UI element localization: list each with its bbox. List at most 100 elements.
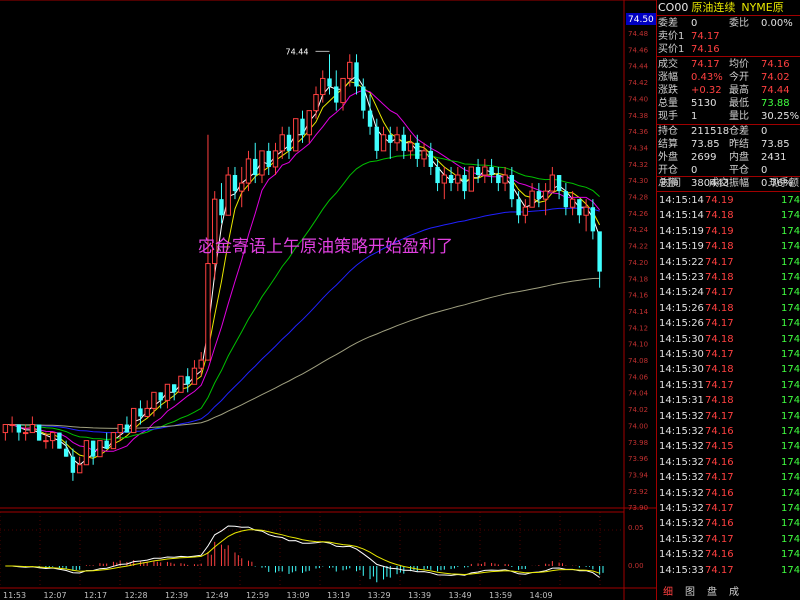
price-axis-label: 74.38 bbox=[628, 112, 648, 120]
tick-price: 74.17 bbox=[705, 533, 734, 545]
candle-body bbox=[583, 206, 589, 216]
candle-body bbox=[272, 150, 279, 168]
tick-time: 14:15:26 bbox=[659, 318, 704, 330]
bottom-tab[interactable]: 盘 bbox=[707, 586, 717, 600]
tick-row: 14:15:32 74.16 174 bbox=[657, 424, 800, 439]
quote-row: 涨幅 0.43% 今开 74.02 bbox=[657, 71, 800, 84]
tick-price: 74.17 bbox=[705, 318, 734, 330]
candle-body bbox=[253, 158, 258, 176]
price-axis-label: 74.30 bbox=[628, 177, 648, 185]
quote-value: 0.00% bbox=[761, 18, 793, 29]
price-axis-label: 74.28 bbox=[628, 194, 648, 202]
tick-row: 14:15:32 74.17 174 bbox=[657, 409, 800, 424]
kline-chart[interactable]: 74.44 74.48 74.46 74.44 74.42 74.40 74.38 74.3… bbox=[0, 0, 656, 600]
quote-label: 涨跌 bbox=[658, 85, 678, 96]
tick-row: 14:15:14 74.18 174 bbox=[657, 208, 800, 223]
quote-row: 买价1 74.16 bbox=[657, 43, 800, 56]
symbol-code: CO00 bbox=[658, 1, 689, 14]
quote-value: 5130 bbox=[691, 98, 717, 109]
tick-row: 14:15:14 74.19 174 bbox=[657, 193, 800, 208]
ticks-header: 时间 成交 现手额 bbox=[657, 177, 800, 191]
time-axis-label: 13:19 bbox=[327, 591, 350, 600]
tick-time: 14:15:31 bbox=[659, 379, 704, 391]
tick-volume: 174 bbox=[781, 472, 800, 484]
candle-body bbox=[509, 175, 515, 200]
tick-price: 74.16 bbox=[705, 549, 734, 561]
candle-body bbox=[468, 166, 475, 192]
quote-value: 73.85 bbox=[691, 139, 720, 150]
quote-value: 74.17 bbox=[691, 31, 720, 42]
tick-volume: 174 bbox=[781, 210, 800, 222]
quote-value: 74.17 bbox=[691, 59, 720, 70]
quote-value: 2699 bbox=[691, 152, 717, 163]
tick-price: 74.17 bbox=[705, 472, 734, 484]
quote-label: 仓差 bbox=[729, 126, 749, 137]
candle-body bbox=[536, 191, 542, 200]
candle-body bbox=[124, 424, 130, 433]
tick-volume: 174 bbox=[781, 564, 800, 576]
candle-body bbox=[388, 134, 393, 143]
quote-label: 总量 bbox=[658, 98, 678, 109]
tick-time: 14:15:26 bbox=[659, 302, 704, 314]
tick-price: 74.17 bbox=[705, 256, 734, 268]
quote-row: 外盘 2699 内盘 2431 bbox=[657, 151, 800, 164]
candle-body bbox=[482, 166, 488, 176]
tick-volume: 174 bbox=[781, 333, 800, 345]
tick-row: 14:15:31 74.18 174 bbox=[657, 393, 800, 408]
panel-divider bbox=[657, 124, 800, 125]
candle-body bbox=[57, 432, 62, 449]
quote-row: 现手 1 量比 30.25% bbox=[657, 110, 800, 123]
candle-body bbox=[489, 166, 494, 176]
candle-body bbox=[178, 375, 184, 393]
tick-price: 74.18 bbox=[705, 272, 734, 283]
price-axis-label: 74.42 bbox=[628, 79, 648, 87]
quote-label: 持仓 bbox=[658, 126, 678, 137]
candle-body bbox=[367, 110, 373, 127]
quote-row: 委差 0 委比 0.00% bbox=[657, 17, 800, 30]
bottom-tab[interactable]: 成 bbox=[729, 586, 739, 600]
price-axis-label: 74.14 bbox=[628, 308, 649, 316]
candle-body bbox=[104, 440, 109, 449]
price-axis-label: 74.10 bbox=[628, 341, 648, 349]
tick-time: 14:15:22 bbox=[659, 256, 704, 268]
quote-label: 昨结 bbox=[729, 139, 749, 150]
candle-body bbox=[597, 231, 602, 272]
bottom-tab[interactable]: 细 bbox=[663, 586, 673, 600]
tick-row: 14:15:32 74.17 174 bbox=[657, 470, 800, 485]
candle-body bbox=[110, 432, 117, 450]
tick-volume: 174 bbox=[781, 318, 800, 330]
candle-body bbox=[2, 424, 9, 434]
candle-body bbox=[361, 86, 366, 111]
quote-label: 均价 bbox=[729, 59, 749, 70]
candle-body bbox=[138, 408, 143, 417]
tick-volume: 174 bbox=[781, 503, 800, 514]
tick-price: 74.18 bbox=[705, 210, 734, 222]
bottom-tab[interactable]: 图 bbox=[685, 586, 695, 600]
tick-row: 14:15:30 74.18 174 bbox=[657, 332, 800, 347]
price-axis-label: 74.20 bbox=[628, 259, 648, 267]
ticks-header-time: 时间 bbox=[661, 178, 681, 189]
tick-volume: 174 bbox=[781, 241, 800, 253]
time-axis-label: 13:59 bbox=[489, 591, 512, 600]
quote-label: 结算 bbox=[658, 139, 678, 150]
tick-time: 14:15:32 bbox=[659, 503, 704, 514]
current-price-text: 74.50 bbox=[628, 15, 654, 25]
price-axis-label: 73.92 bbox=[628, 488, 648, 496]
tick-time: 14:15:32 bbox=[659, 472, 704, 484]
quote-label: 外盘 bbox=[658, 152, 678, 163]
candle-body bbox=[130, 407, 137, 434]
candle-body bbox=[421, 150, 427, 160]
candle-body bbox=[577, 199, 582, 216]
price-axis-label: 73.94 bbox=[628, 471, 649, 479]
tick-volume: 174 bbox=[781, 410, 800, 422]
candle-body bbox=[380, 134, 387, 152]
price-axis-label: 74.12 bbox=[628, 324, 648, 332]
chart-area[interactable]: 74.44 74.48 74.46 74.44 74.42 74.40 74.38 74.3… bbox=[0, 0, 656, 600]
time-axis-label: 12:59 bbox=[246, 591, 269, 600]
quote-value: 211518 bbox=[691, 126, 730, 137]
candle-body bbox=[502, 174, 508, 184]
quote-label: 涨幅 bbox=[658, 72, 678, 83]
tick-price: 74.19 bbox=[705, 225, 734, 237]
candle-body bbox=[374, 126, 379, 151]
price-axis-label: 74.06 bbox=[628, 373, 649, 381]
